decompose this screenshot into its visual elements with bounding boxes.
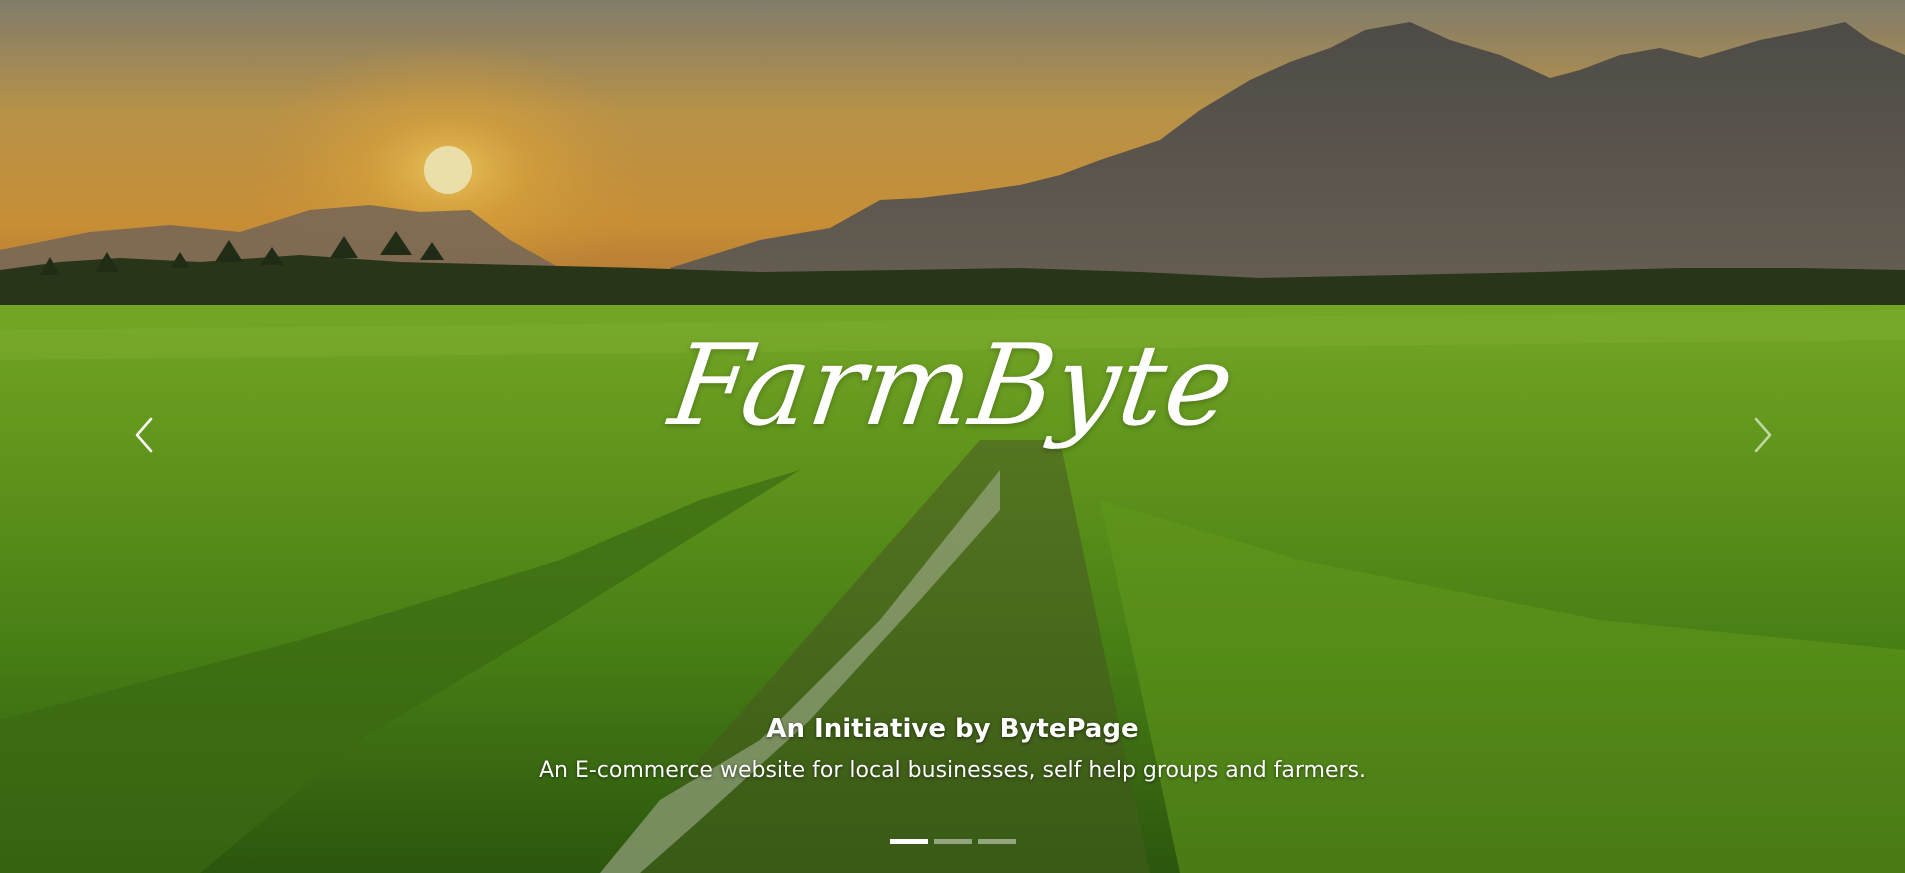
carousel-next-button[interactable] (1733, 395, 1793, 475)
brand-title: FarmByte (662, 321, 1243, 451)
carousel-indicator-2[interactable] (933, 839, 972, 844)
chevron-left-icon (135, 417, 153, 453)
carousel-indicator-3[interactable] (977, 839, 1016, 844)
hero-carousel: FarmByte An Initiative by BytePage An E-… (0, 0, 1905, 873)
carousel-prev-button[interactable] (114, 395, 174, 475)
caption-text: An E-commerce website for local business… (538, 758, 1367, 783)
carousel-indicator-1[interactable] (889, 839, 928, 844)
caption-title: An Initiative by BytePage (766, 714, 1139, 744)
chevron-right-icon (1754, 417, 1772, 453)
carousel-caption: An Initiative by BytePage An E-commerce … (0, 714, 1905, 783)
carousel-indicators (0, 839, 1905, 844)
